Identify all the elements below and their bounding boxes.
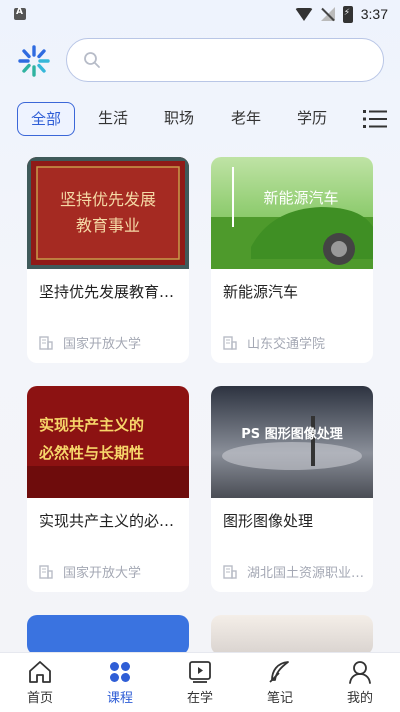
course-title: 图形图像处理 [223, 512, 314, 530]
course-title: 新能源汽车 [223, 283, 299, 301]
search-input[interactable] [113, 47, 363, 73]
app-logo-icon [18, 45, 50, 77]
course-card[interactable]: PS 图形图像处理 图形图像处理 湖北国土资源职业学院 [211, 386, 373, 592]
grid-icon [110, 662, 130, 682]
nav-profile[interactable]: 我的 [330, 659, 390, 706]
category-list-icon[interactable] [363, 108, 387, 130]
course-thumbnail: PS 图形图像处理 [211, 386, 373, 498]
course-org: 国家开放大学 [39, 333, 189, 352]
no-signal-icon [320, 7, 335, 21]
tab-career[interactable]: 职场 [159, 102, 199, 136]
course-card[interactable]: 新能源汽车 新能源汽车 山东交通学院 [211, 157, 373, 363]
nav-courses[interactable]: 课程 [90, 659, 150, 706]
video-icon [189, 661, 211, 683]
nav-courses-label: 课程 [106, 691, 133, 706]
home-icon [29, 661, 51, 683]
building-icon [223, 335, 237, 350]
tab-degree[interactable]: 学历 [292, 102, 332, 136]
course-card-partial[interactable] [211, 615, 373, 655]
nav-home-label: 首页 [26, 691, 53, 706]
feather-icon [269, 661, 289, 683]
course-title: 实现共产主义的必然性与长期性 [39, 512, 181, 530]
course-org-name: 湖北国土资源职业学院 [247, 566, 373, 581]
nav-learning[interactable]: 在学 [170, 659, 230, 706]
nav-home[interactable]: 首页 [10, 659, 70, 706]
course-thumbnail: 坚持优先发展 教育事业 [27, 157, 189, 269]
thumbnail-text-line2: 必然性与长期性 [38, 444, 144, 462]
course-org-name: 国家开放大学 [63, 566, 142, 581]
course-thumbnail: 新能源汽车 [211, 157, 373, 269]
app-notification-icon: A [14, 7, 26, 20]
status-icons: 3:37 [294, 4, 388, 24]
building-icon [223, 564, 237, 579]
search-bar[interactable] [66, 38, 384, 82]
course-org: 湖北国土资源职业学院 [223, 562, 373, 581]
bottom-nav: 首页 课程 在学 笔记 我的 [0, 652, 400, 712]
tab-all[interactable]: 全部 [17, 102, 75, 136]
nav-profile-label: 我的 [346, 691, 373, 706]
search-icon [84, 52, 100, 68]
nav-learning-label: 在学 [186, 691, 213, 706]
tab-life[interactable]: 生活 [93, 102, 133, 136]
building-icon [39, 335, 53, 350]
course-org-name: 国家开放大学 [63, 337, 142, 352]
status-bar: A 3:37 [0, 0, 400, 28]
thumbnail-text-line1: PS 图形图像处理 [241, 426, 342, 442]
building-icon [39, 564, 53, 579]
course-title: 坚持优先发展教育事业 [39, 283, 181, 301]
course-thumbnail: 实现共产主义的 必然性与长期性 [27, 386, 189, 498]
tab-elderly[interactable]: 老年 [226, 102, 266, 136]
course-org: 国家开放大学 [39, 562, 189, 581]
category-tabs: 全部 生活 职场 老年 学历 [17, 102, 387, 136]
user-icon [349, 661, 371, 684]
course-org: 山东交通学院 [223, 333, 373, 352]
app-badge: A [16, 7, 23, 17]
course-org-name: 山东交通学院 [247, 337, 326, 352]
wifi-icon [294, 7, 313, 21]
course-card[interactable]: 实现共产主义的 必然性与长期性 实现共产主义的必然性与长期性 国家开放大学 [27, 386, 189, 592]
thumbnail-text-line1: 坚持优先发展 [60, 190, 156, 209]
thumbnail-text-line2: 教育事业 [76, 216, 140, 235]
thumbnail-text-line1: 新能源汽车 [263, 189, 338, 207]
status-time: 3:37 [360, 6, 388, 22]
battery-icon [342, 5, 353, 23]
nav-notes[interactable]: 笔记 [250, 659, 310, 706]
course-card-partial[interactable] [27, 615, 189, 655]
thumbnail-text-line1: 实现共产主义的 [39, 416, 144, 434]
course-card[interactable]: 坚持优先发展 教育事业 坚持优先发展教育事业 国家开放大学 [27, 157, 189, 363]
nav-notes-label: 笔记 [266, 691, 293, 706]
